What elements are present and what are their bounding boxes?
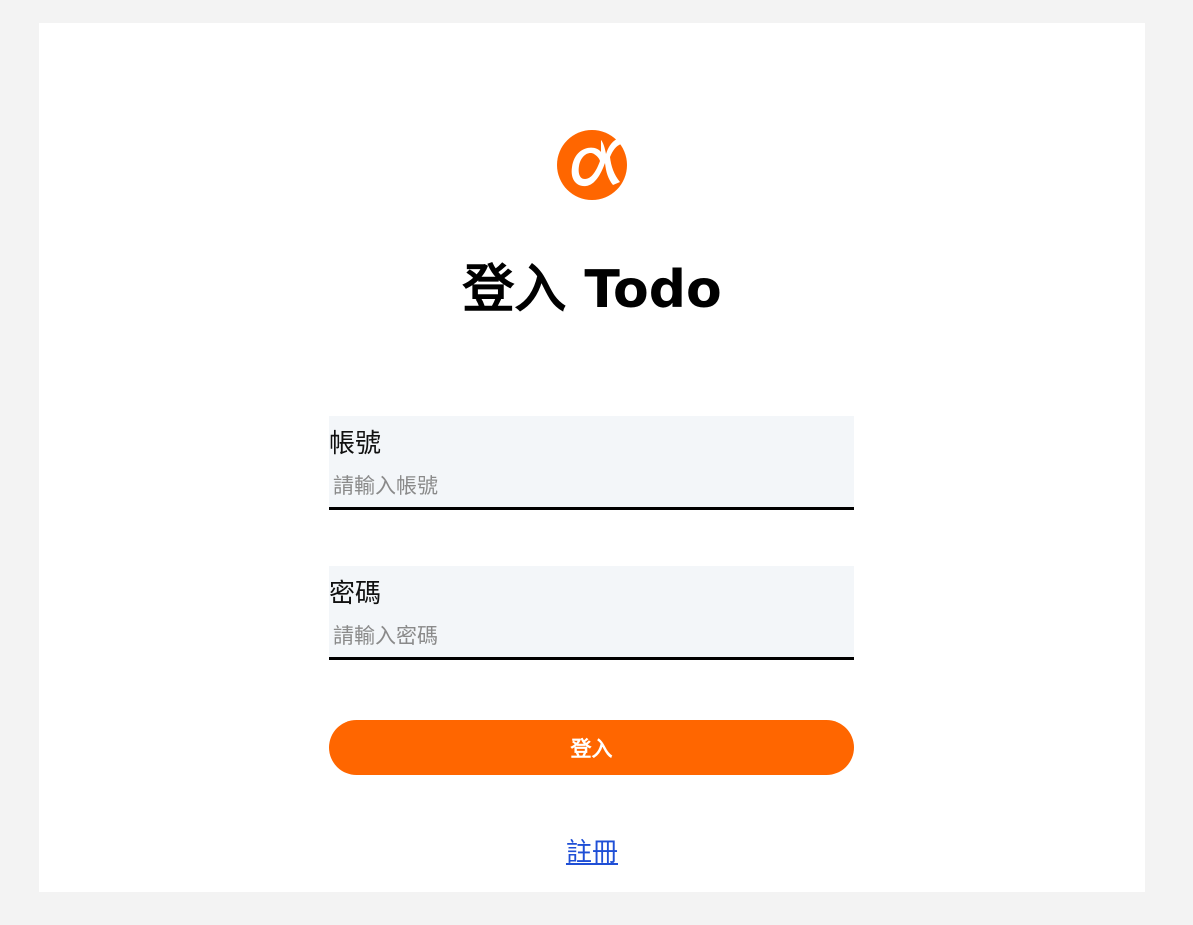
password-label: 密碼 — [329, 579, 382, 609]
account-label: 帳號 — [329, 429, 382, 459]
alpha-logo-icon — [557, 130, 627, 200]
page-title: 登入 Todo — [462, 260, 722, 320]
password-input[interactable] — [331, 620, 846, 652]
login-button[interactable]: 登入 — [329, 720, 854, 775]
login-card: 登入 Todo 帳號 密碼 登入 註冊 — [39, 23, 1145, 892]
register-link[interactable]: 註冊 — [566, 838, 618, 868]
register-link-container: 註冊 — [39, 835, 1145, 871]
account-input[interactable] — [331, 470, 846, 502]
account-field: 帳號 — [329, 416, 854, 510]
password-field: 密碼 — [329, 566, 854, 660]
